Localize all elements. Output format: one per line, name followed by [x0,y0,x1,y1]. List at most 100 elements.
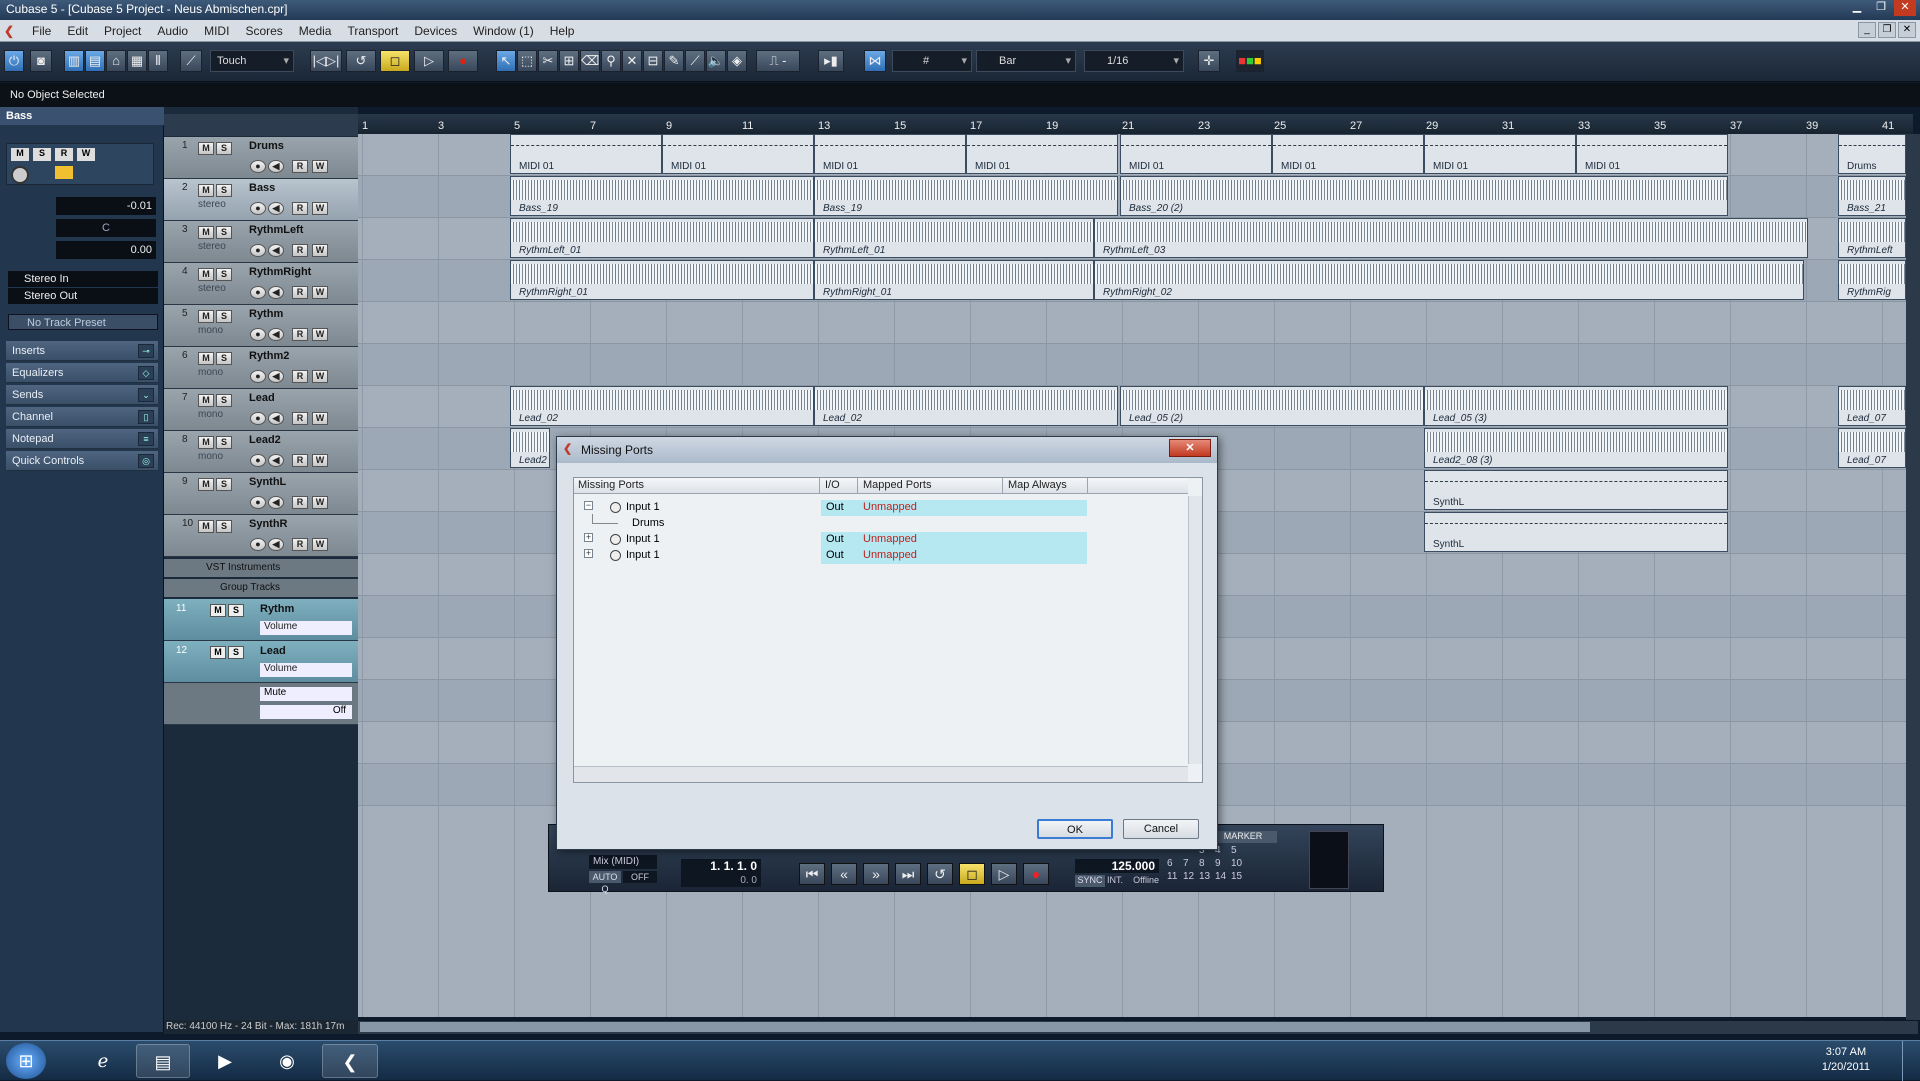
read-automation-button[interactable]: R [292,286,308,299]
record-enable-icon[interactable]: ● [250,160,266,173]
dialog-close-button[interactable]: ✕ [1169,439,1211,457]
expand-icon[interactable]: + [584,533,593,542]
col-io[interactable]: I/O [825,479,840,491]
bass-event[interactable]: Bass_19 [510,176,814,216]
play-tool[interactable]: 🔈 [706,50,726,72]
track-1[interactable]: 1 M S Drums ● ◀ R W [164,137,358,179]
vst-instruments-folder[interactable]: VST Instruments [164,559,358,577]
lead-event[interactable]: Lead_02 [510,386,814,426]
activate-project-button[interactable]: ⏻ [4,50,24,72]
split-tool[interactable]: ✂ [538,50,558,72]
automation-icon[interactable]: ⟋ [180,50,202,72]
automation-value[interactable]: Off [260,705,352,719]
erase-tool[interactable]: ⌫ [580,50,600,72]
track-name[interactable]: Lead [260,645,286,657]
inspector-track-name[interactable]: Bass [0,107,164,125]
horizontal-scroll-thumb[interactable] [360,1022,1590,1032]
menu-transport[interactable]: Transport [347,24,398,38]
mute-button[interactable]: M [198,226,214,239]
marker-button[interactable]: 5 [1231,845,1237,856]
grid-vertical-scrollbar[interactable] [1188,496,1202,764]
record-button[interactable]: ● [448,50,478,72]
record-enable-icon[interactable]: ● [250,202,266,215]
track-name[interactable]: Lead [249,392,275,404]
record-enable-icon[interactable]: ● [250,454,266,467]
ok-button[interactable]: OK [1037,819,1113,839]
line-tool[interactable]: ⟋ [685,50,705,72]
monitor-icon[interactable]: ◀ [268,286,284,299]
monitor-icon[interactable]: ◀ [268,370,284,383]
overview-button[interactable]: ⌂ [106,50,126,72]
write-automation-button[interactable]: W [312,412,328,425]
bass-event[interactable]: Bass_21 [1838,176,1906,216]
automation-lane[interactable]: Mute Off [164,683,358,725]
marker-button[interactable]: 13 [1199,871,1210,882]
range-selection-tool[interactable]: ⬚ [517,50,537,72]
track-name[interactable]: Rythm [249,308,283,320]
marker-button[interactable]: 6 [1167,858,1173,869]
write-automation-button[interactable]: W [312,328,328,341]
minimize-icon[interactable]: ▁ [1846,0,1868,16]
mute-button[interactable]: M [198,394,214,407]
write-automation-button[interactable]: W [312,160,328,173]
inspector-write-button[interactable]: W [77,148,95,161]
firefox-icon[interactable]: ◉ [260,1044,314,1078]
lead2-event[interactable]: Lead2_08 (3) [1424,428,1728,468]
doc-minimize-icon[interactable]: _ [1858,22,1876,38]
monitor-icon[interactable]: ◀ [268,496,284,509]
inspector-toggle-button[interactable]: ▥ [64,50,84,72]
transport-mode-dropdown[interactable]: Mix (MIDI) [589,855,657,869]
colors-palette-icon[interactable]: ■■■ [1236,50,1264,72]
stop-icon[interactable]: ◻ [959,863,985,885]
monitor-icon[interactable]: ◀ [268,244,284,257]
record-enable-icon[interactable] [11,166,29,184]
read-automation-button[interactable]: R [292,412,308,425]
solo-button[interactable]: S [216,352,232,365]
monitor-icon[interactable]: ◀ [268,202,284,215]
inspector-notepad[interactable]: Notepad ≡ [6,429,158,449]
drums-event[interactable]: MIDI 01 [1120,134,1272,174]
automation-mode-dropdown[interactable]: Touch [210,50,294,72]
inspector-channel[interactable]: Channel ▯ [6,407,158,427]
mute-tool[interactable]: ✕ [622,50,642,72]
col-missing-ports[interactable]: Missing Ports [578,479,644,491]
menu-window[interactable]: Window (1) [473,24,534,38]
drums-event[interactable]: MIDI 01 [510,134,662,174]
read-automation-button[interactable]: R [292,370,308,383]
port-row[interactable]: − Input 1 Out Unmapped [574,500,1188,516]
go-to-end-icon[interactable]: ⏭ [895,863,921,885]
marker-button[interactable]: 15 [1231,871,1242,882]
track-name[interactable]: Drums [249,140,284,152]
expand-icon[interactable]: + [584,549,593,558]
track-10[interactable]: 10 M S SynthR ● ◀ R W [164,515,358,557]
write-automation-button[interactable]: W [312,286,328,299]
internet-explorer-icon[interactable]: ℯ [76,1044,130,1078]
lead2-event[interactable]: Lead_07 [1838,428,1906,468]
media-player-icon[interactable]: ▶ [198,1044,252,1078]
solo-button[interactable]: S [216,520,232,533]
col-mapped-ports[interactable]: Mapped Ports [863,479,931,491]
track-4[interactable]: 4 M S RythmRight stereo ● ◀ R W [164,263,358,305]
constrain-delay-button[interactable]: ◙ [30,50,52,72]
mixer-button[interactable]: ⫴ [148,50,168,72]
record-enable-icon[interactable]: ● [250,286,266,299]
track-7[interactable]: 7 M S Lead mono ● ◀ R W [164,389,358,431]
mute-button[interactable]: M [198,352,214,365]
track-3[interactable]: 3 M S RythmLeft stereo ● ◀ R W [164,221,358,263]
solo-button[interactable]: S [216,142,232,155]
read-automation-button[interactable]: R [292,496,308,509]
track-2[interactable]: 2 M S Bass stereo ● ◀ R W [164,179,358,221]
port-child-row[interactable]: Drums [574,514,1188,532]
monitor-icon[interactable]: ◀ [268,160,284,173]
go-to-start-icon[interactable]: ⏮ [799,863,825,885]
cycle-icon[interactable]: ↺ [927,863,953,885]
solo-button[interactable]: S [216,226,232,239]
auto-scroll-button[interactable]: ▸▮ [818,50,844,72]
marker-button[interactable]: 11 [1167,871,1177,882]
drums-event[interactable]: MIDI 01 [966,134,1118,174]
rythmright-event[interactable]: RythmRig [1838,260,1906,300]
lead-event[interactable]: Lead_05 (2) [1120,386,1424,426]
record-enable-icon[interactable]: ● [250,370,266,383]
menu-help[interactable]: Help [550,24,575,38]
show-desktop-button[interactable] [1902,1041,1916,1081]
